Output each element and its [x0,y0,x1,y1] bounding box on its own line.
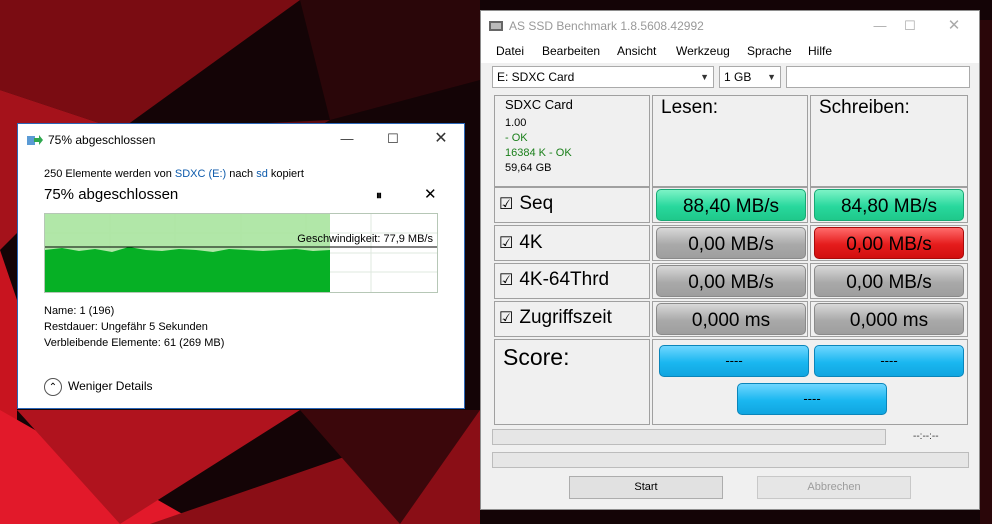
chevron-up-icon: ⌃ [44,378,62,396]
detail-remaining-items: Verbleibende Elemente: 61 (269 MB) [44,337,225,349]
access-read-result: 0,000 ms [656,303,806,335]
copy-arrow-icon [27,135,43,145]
abort-button[interactable]: Abbrechen [757,476,911,499]
write-header: Schreiben: [819,97,910,118]
row-4k-text: 4K [519,232,543,253]
copy-desc-suffix: kopiert [267,168,304,180]
pause-button[interactable]: ⏸ [376,188,382,203]
drive-name: SDXC Card [505,97,573,112]
less-details-toggle[interactable]: ⌃ Weniger Details [44,378,152,396]
row-seq-text: Seq [519,193,554,214]
copy-progress-dialog: 75% abgeschlossen — ☐ ✕ 250 Elemente wer… [17,123,465,409]
size-select-value: 1 GB [724,70,752,84]
copy-titlebar[interactable]: 75% abgeschlossen — ☐ ✕ [18,124,464,154]
speed-graph-canvas [45,214,437,292]
size-select[interactable]: 1 GB ▼ [719,66,781,88]
cancel-copy-button[interactable]: ✕ [424,185,437,203]
maximize-button[interactable]: ☐ [370,124,416,154]
row-access-text: Zugriffszeit [519,307,612,328]
drive-select-value: E: SDXC Card [497,70,575,84]
minimize-button[interactable]: — [324,124,370,154]
test-progress-bar [492,429,886,445]
row-4k-label[interactable]: ☑ 4K [499,232,543,254]
detail-name: Name: 1 (196) [44,305,115,317]
4k-write-result: 0,00 MB/s [814,227,964,259]
elapsed-time: --:--:-- [913,431,939,442]
seq-write-result: 84,80 MB/s [814,189,964,221]
4k64-read-result: 0,00 MB/s [656,265,806,297]
as-ssd-window: AS SSD Benchmark 1.8.5608.42992 — ☐ ✕ Da… [480,10,980,510]
percent-heading: 75% abgeschlossen [44,186,179,203]
drive-status-1: - OK [505,132,528,144]
row-4k64-text: 4K-64Thrd [519,269,610,290]
read-header: Lesen: [661,97,719,118]
close-button[interactable]: ✕ [418,124,464,154]
ssd-titlebar[interactable]: AS SSD Benchmark 1.8.5608.42992 — ☐ ✕ [481,11,979,41]
source-link[interactable]: SDXC (E:) [175,168,226,180]
speed-area [45,247,330,292]
drive-status-2: 16384 K - OK [505,147,572,159]
menu-bearbeiten[interactable]: Bearbeiten [542,44,600,58]
speed-graph: Geschwindigkeit: 77,9 MB/s [44,213,438,293]
menu-datei[interactable]: Datei [496,44,524,58]
chevron-down-icon: ▼ [767,72,776,82]
checkbox-checked-icon[interactable]: ☑ [499,270,513,290]
drive-version: 1.00 [505,117,527,129]
copy-description: 250 Elemente werden von SDXC (E:) nach s… [44,168,304,180]
checkbox-checked-icon[interactable]: ☑ [499,233,513,253]
score-read: ---- [659,345,809,377]
row-4k64-label[interactable]: ☑ 4K-64Thrd [499,269,609,291]
drive-capacity: 59,64 GB [505,162,552,174]
4k-read-result: 0,00 MB/s [656,227,806,259]
row-access-label[interactable]: ☑ Zugriffszeit [499,307,612,329]
menu-bar: Datei Bearbeiten Ansicht Werkzeug Sprach… [481,41,979,63]
detail-remaining-time: Restdauer: Ungefähr 5 Sekunden [44,321,208,333]
score-write: ---- [814,345,964,377]
checkbox-checked-icon[interactable]: ☑ [499,308,513,328]
total-progress-bar [492,452,969,468]
score-total: ---- [737,383,887,415]
menu-hilfe[interactable]: Hilfe [808,44,832,58]
access-write-result: 0,000 ms [814,303,964,335]
speed-label: Geschwindigkeit: 77,9 MB/s [297,233,433,245]
checkbox-checked-icon[interactable]: ☑ [499,194,513,214]
drive-info: SDXC Card 1.00 - OK 16384 K - OK 59,64 G… [505,97,573,176]
copy-title-text: 75% abgeschlossen [48,133,156,147]
score-label: Score: [503,344,570,370]
ssd-title-text: AS SSD Benchmark 1.8.5608.42992 [509,19,704,33]
drive-select[interactable]: E: SDXC Card ▼ [492,66,714,88]
menu-sprache[interactable]: Sprache [747,44,792,58]
4k64-write-result: 0,00 MB/s [814,265,964,297]
name-input[interactable] [786,66,970,88]
seq-read-result: 88,40 MB/s [656,189,806,221]
menu-werkzeug[interactable]: Werkzeug [676,44,730,58]
chevron-down-icon: ▼ [700,72,709,82]
ssd-close-button[interactable]: ✕ [931,11,977,41]
row-seq-label[interactable]: ☑ Seq [499,193,553,215]
copy-desc-prefix: 250 Elemente werden von [44,168,175,180]
less-details-label: Weniger Details [68,379,153,394]
start-button[interactable]: Start [569,476,723,499]
app-icon [489,21,503,31]
menu-ansicht[interactable]: Ansicht [617,44,656,58]
copy-desc-mid: nach [226,168,257,180]
ssd-maximize-button[interactable]: ☐ [887,11,933,41]
target-link[interactable]: sd [256,168,268,180]
